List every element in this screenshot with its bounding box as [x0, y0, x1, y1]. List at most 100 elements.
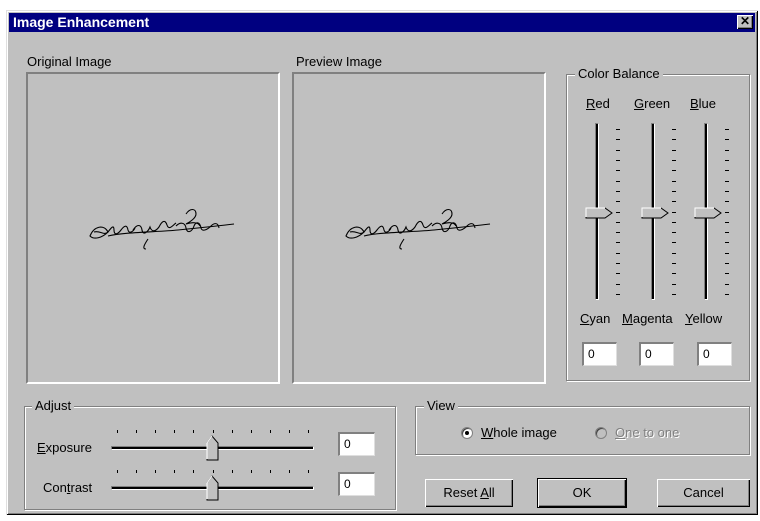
red-cyan-tick — [616, 222, 620, 223]
exposure-tick — [213, 430, 214, 433]
contrast-label: Contrast — [43, 480, 93, 495]
one-to-one-label[interactable]: One to one — [615, 425, 679, 440]
magenta-green-value-field[interactable]: 0 — [639, 342, 674, 366]
green-magenta-tick — [672, 273, 676, 274]
blue-yellow-tick — [725, 139, 729, 140]
blue-yellow-tick — [725, 263, 729, 264]
contrast-tick — [251, 470, 252, 473]
blue-yellow-tick — [725, 222, 729, 223]
exposure-tick — [289, 430, 290, 433]
green-magenta-tick — [672, 294, 676, 295]
red-cyan-tick — [616, 129, 620, 130]
red-label: Red — [586, 96, 610, 111]
blue-yellow-slider-thumb[interactable] — [694, 207, 722, 222]
color-balance-group — [566, 74, 750, 381]
red-cyan-tick — [616, 242, 620, 243]
red-cyan-slider-thumb[interactable] — [585, 207, 613, 222]
blue-yellow-tick — [725, 294, 729, 295]
green-magenta-tick — [672, 191, 676, 192]
contrast-tick — [232, 470, 233, 473]
exposure-tick — [136, 430, 137, 433]
green-magenta-tick — [672, 139, 676, 140]
yellow-blue-value-field[interactable]: 0 — [697, 342, 732, 366]
contrast-tick — [213, 470, 214, 473]
exposure-tick — [251, 430, 252, 433]
exposure-tick — [155, 430, 156, 433]
exposure-value-field[interactable]: 0 — [338, 432, 375, 456]
exposure-tick — [308, 430, 309, 433]
red-cyan-tick — [616, 170, 620, 171]
contrast-tick — [136, 470, 137, 473]
green-magenta-tick — [672, 201, 676, 202]
red-cyan-tick — [616, 201, 620, 202]
cyan-red-value-field[interactable]: 0 — [582, 342, 617, 366]
contrast-tick — [193, 470, 194, 473]
exposure-label: Exposure — [37, 440, 92, 455]
blue-yellow-tick — [725, 212, 729, 213]
preview-image-pane — [292, 72, 546, 384]
contrast-tick — [117, 470, 118, 473]
view-legend: View — [424, 398, 458, 413]
green-magenta-tick — [672, 160, 676, 161]
green-magenta-tick — [672, 150, 676, 151]
red-cyan-tick — [616, 150, 620, 151]
signature-image — [89, 208, 235, 250]
contrast-slider-thumb[interactable] — [206, 475, 219, 504]
blue-yellow-tick — [725, 253, 729, 254]
red-cyan-tick — [616, 212, 620, 213]
dialog-title: Image Enhancement — [13, 14, 150, 30]
whole-image-radio[interactable] — [461, 427, 473, 439]
red-cyan-tick — [616, 181, 620, 182]
contrast-tick — [155, 470, 156, 473]
reset-all-button[interactable]: Reset All — [425, 479, 513, 507]
blue-yellow-tick — [725, 273, 729, 274]
green-magenta-tick — [672, 222, 676, 223]
green-magenta-tick — [672, 212, 676, 213]
red-cyan-tick — [616, 273, 620, 274]
red-cyan-tick — [616, 139, 620, 140]
contrast-value-field[interactable]: 0 — [338, 472, 375, 496]
close-button[interactable]: ✕ — [737, 15, 753, 29]
exposure-slider-thumb[interactable] — [206, 435, 219, 464]
whole-image-label[interactable]: Whole image — [481, 425, 557, 440]
green-magenta-tick — [672, 232, 676, 233]
blue-yellow-tick — [725, 170, 729, 171]
signature-preview-image — [345, 208, 491, 250]
blue-yellow-tick — [725, 191, 729, 192]
blue-yellow-tick — [725, 201, 729, 202]
contrast-tick — [270, 470, 271, 473]
adjust-legend: Adjust — [32, 398, 75, 413]
green-magenta-tick — [672, 284, 676, 285]
blue-yellow-tick — [725, 284, 729, 285]
contrast-tick — [289, 470, 290, 473]
exposure-tick — [232, 430, 233, 433]
green-magenta-tick — [672, 253, 676, 254]
blue-yellow-tick — [725, 242, 729, 243]
red-cyan-tick — [616, 160, 620, 161]
cancel-button[interactable]: Cancel — [657, 479, 750, 507]
red-cyan-tick — [616, 263, 620, 264]
red-cyan-tick — [616, 232, 620, 233]
red-cyan-tick — [616, 253, 620, 254]
green-magenta-tick — [672, 263, 676, 264]
original-image-pane — [26, 72, 280, 384]
red-cyan-tick — [616, 284, 620, 285]
blue-yellow-tick — [725, 181, 729, 182]
radio-selected-dot — [465, 431, 469, 435]
green-magenta-tick — [672, 129, 676, 130]
blue-yellow-tick — [725, 129, 729, 130]
green-label: Green — [634, 96, 671, 111]
blue-yellow-tick — [725, 232, 729, 233]
title-bar[interactable]: Image Enhancement ✕ — [9, 13, 755, 32]
blue-yellow-tick — [725, 150, 729, 151]
magenta-label: Magenta — [622, 311, 673, 326]
contrast-tick — [174, 470, 175, 473]
green-magenta-slider-thumb[interactable] — [641, 207, 669, 222]
blue-yellow-tick — [725, 160, 729, 161]
one-to-one-radio[interactable] — [595, 427, 607, 439]
green-magenta-tick — [672, 181, 676, 182]
yellow-label: Yellow — [685, 311, 723, 326]
ok-button[interactable]: OK — [537, 478, 627, 508]
contrast-tick — [308, 470, 309, 473]
red-cyan-tick — [616, 294, 620, 295]
